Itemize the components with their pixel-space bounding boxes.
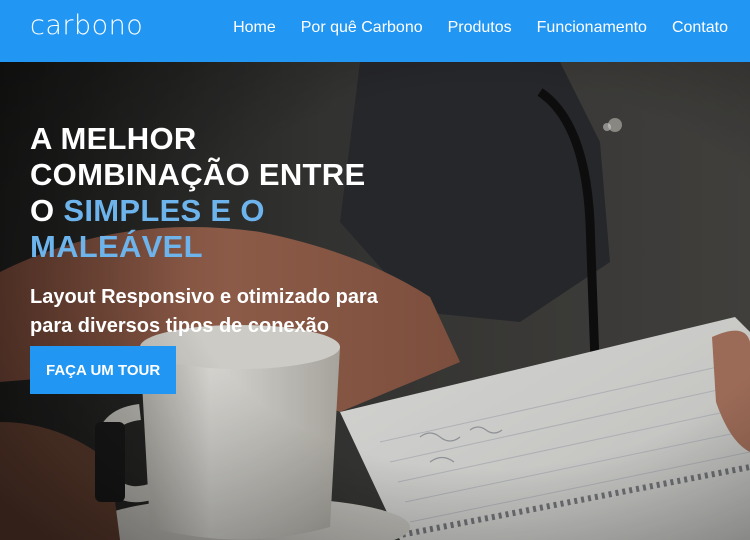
hero-content: A MELHOR COMBINAÇÃO ENTRE O SIMPLES E O … — [30, 62, 390, 394]
nav-products-link[interactable]: Produtos — [448, 19, 512, 37]
tour-button[interactable]: FAÇA UM TOUR — [30, 346, 177, 394]
nav-how-it-works-link[interactable]: Funcionamento — [537, 19, 647, 37]
main-nav: Home Por quê Carbono Produtos Funcioname… — [208, 19, 728, 37]
nav-why-carbono-link[interactable]: Por quê Carbono — [301, 19, 423, 37]
hero-headline-accent: SIMPLES E O MALEÁVEL — [30, 193, 265, 264]
top-navbar: carbono Home Por quê Carbono Produtos Fu… — [0, 0, 750, 62]
hero-headline: A MELHOR COMBINAÇÃO ENTRE O SIMPLES E O … — [30, 121, 390, 265]
hero-subheadline: Layout Responsivo e otimizado para para … — [30, 286, 378, 337]
nav-home-link[interactable]: Home — [233, 19, 276, 37]
brand-logo[interactable]: carbono — [30, 10, 143, 41]
nav-contact-link[interactable]: Contato — [672, 19, 728, 37]
